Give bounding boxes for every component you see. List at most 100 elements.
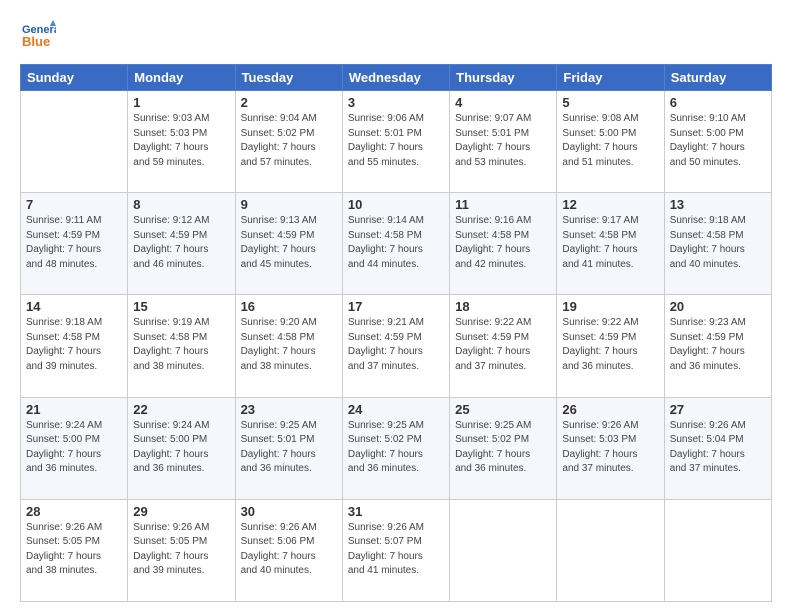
day-info: Sunrise: 9:06 AM Sunset: 5:01 PM Dayligh… bbox=[348, 112, 444, 170]
calendar-header-row: SundayMondayTuesdayWednesdayThursdayFrid… bbox=[21, 65, 772, 91]
day-number: 28 bbox=[26, 504, 122, 519]
header: General Blue bbox=[20, 18, 772, 54]
weekday-header-saturday: Saturday bbox=[664, 65, 771, 91]
week-row-3: 14 Sunrise: 9:18 AM Sunset: 4:58 PM Dayli… bbox=[21, 295, 772, 397]
page: General Blue SundayMondayTuesdayWednesda… bbox=[0, 0, 792, 612]
weekday-header-sunday: Sunday bbox=[21, 65, 128, 91]
day-info: Sunrise: 9:25 AM Sunset: 5:02 PM Dayligh… bbox=[455, 419, 551, 477]
day-number: 27 bbox=[670, 402, 766, 417]
calendar-table: SundayMondayTuesdayWednesdayThursdayFrid… bbox=[20, 64, 772, 602]
day-info: Sunrise: 9:16 AM Sunset: 4:58 PM Dayligh… bbox=[455, 214, 551, 272]
day-info: Sunrise: 9:07 AM Sunset: 5:01 PM Dayligh… bbox=[455, 112, 551, 170]
weekday-header-wednesday: Wednesday bbox=[342, 65, 449, 91]
day-info: Sunrise: 9:18 AM Sunset: 4:58 PM Dayligh… bbox=[670, 214, 766, 272]
day-number: 8 bbox=[133, 197, 229, 212]
calendar-cell: 7 Sunrise: 9:11 AM Sunset: 4:59 PM Daylig… bbox=[21, 193, 128, 295]
calendar-cell: 23 Sunrise: 9:25 AM Sunset: 5:01 PM Dayli… bbox=[235, 397, 342, 499]
day-number: 2 bbox=[241, 95, 337, 110]
day-info: Sunrise: 9:14 AM Sunset: 4:58 PM Dayligh… bbox=[348, 214, 444, 272]
calendar-cell: 16 Sunrise: 9:20 AM Sunset: 4:58 PM Dayli… bbox=[235, 295, 342, 397]
calendar-cell: 17 Sunrise: 9:21 AM Sunset: 4:59 PM Dayli… bbox=[342, 295, 449, 397]
calendar-cell: 3 Sunrise: 9:06 AM Sunset: 5:01 PM Daylig… bbox=[342, 91, 449, 193]
day-number: 25 bbox=[455, 402, 551, 417]
calendar-cell: 9 Sunrise: 9:13 AM Sunset: 4:59 PM Daylig… bbox=[235, 193, 342, 295]
logo-svg: General Blue bbox=[20, 18, 56, 54]
calendar-cell: 24 Sunrise: 9:25 AM Sunset: 5:02 PM Dayli… bbox=[342, 397, 449, 499]
calendar-cell: 13 Sunrise: 9:18 AM Sunset: 4:58 PM Dayli… bbox=[664, 193, 771, 295]
day-number: 22 bbox=[133, 402, 229, 417]
day-info: Sunrise: 9:18 AM Sunset: 4:58 PM Dayligh… bbox=[26, 316, 122, 374]
calendar-cell: 31 Sunrise: 9:26 AM Sunset: 5:07 PM Dayli… bbox=[342, 499, 449, 601]
day-info: Sunrise: 9:10 AM Sunset: 5:00 PM Dayligh… bbox=[670, 112, 766, 170]
weekday-header-monday: Monday bbox=[128, 65, 235, 91]
day-info: Sunrise: 9:25 AM Sunset: 5:02 PM Dayligh… bbox=[348, 419, 444, 477]
day-info: Sunrise: 9:26 AM Sunset: 5:07 PM Dayligh… bbox=[348, 521, 444, 579]
day-number: 9 bbox=[241, 197, 337, 212]
calendar-cell: 8 Sunrise: 9:12 AM Sunset: 4:59 PM Daylig… bbox=[128, 193, 235, 295]
calendar-cell: 5Sunrise: 9:08 AM Sunset: 5:00 PM Daylig… bbox=[557, 91, 664, 193]
calendar-cell: 28 Sunrise: 9:26 AM Sunset: 5:05 PM Dayli… bbox=[21, 499, 128, 601]
day-number: 24 bbox=[348, 402, 444, 417]
weekday-header-friday: Friday bbox=[557, 65, 664, 91]
calendar-cell: 27 Sunrise: 9:26 AM Sunset: 5:04 PM Dayli… bbox=[664, 397, 771, 499]
day-info: Sunrise: 9:26 AM Sunset: 5:06 PM Dayligh… bbox=[241, 521, 337, 579]
day-number: 14 bbox=[26, 299, 122, 314]
day-info: Sunrise: 9:26 AM Sunset: 5:03 PM Dayligh… bbox=[562, 419, 658, 477]
day-info: Sunrise: 9:26 AM Sunset: 5:05 PM Dayligh… bbox=[133, 521, 229, 579]
weekday-header-thursday: Thursday bbox=[450, 65, 557, 91]
calendar-cell: 6Sunrise: 9:10 AM Sunset: 5:00 PM Daylig… bbox=[664, 91, 771, 193]
day-number: 13 bbox=[670, 197, 766, 212]
day-info: Sunrise: 9:17 AM Sunset: 4:58 PM Dayligh… bbox=[562, 214, 658, 272]
day-number: 19 bbox=[562, 299, 658, 314]
calendar-cell: 18 Sunrise: 9:22 AM Sunset: 4:59 PM Dayli… bbox=[450, 295, 557, 397]
day-info: Sunrise: 9:11 AM Sunset: 4:59 PM Dayligh… bbox=[26, 214, 122, 272]
logo: General Blue bbox=[20, 18, 56, 54]
day-number: 18 bbox=[455, 299, 551, 314]
day-number: 3 bbox=[348, 95, 444, 110]
day-info: Sunrise: 9:22 AM Sunset: 4:59 PM Dayligh… bbox=[455, 316, 551, 374]
day-number: 23 bbox=[241, 402, 337, 417]
day-number: 7 bbox=[26, 197, 122, 212]
day-number: 16 bbox=[241, 299, 337, 314]
day-number: 31 bbox=[348, 504, 444, 519]
day-info: Sunrise: 9:21 AM Sunset: 4:59 PM Dayligh… bbox=[348, 316, 444, 374]
calendar-cell: 4 Sunrise: 9:07 AM Sunset: 5:01 PM Daylig… bbox=[450, 91, 557, 193]
day-info: Sunrise: 9:19 AM Sunset: 4:58 PM Dayligh… bbox=[133, 316, 229, 374]
day-number: 11 bbox=[455, 197, 551, 212]
calendar-cell: 21 Sunrise: 9:24 AM Sunset: 5:00 PM Dayli… bbox=[21, 397, 128, 499]
day-number: 4 bbox=[455, 95, 551, 110]
calendar-cell: 2Sunrise: 9:04 AM Sunset: 5:02 PM Daylig… bbox=[235, 91, 342, 193]
calendar-cell bbox=[557, 499, 664, 601]
day-info: Sunrise: 9:13 AM Sunset: 4:59 PM Dayligh… bbox=[241, 214, 337, 272]
day-number: 21 bbox=[26, 402, 122, 417]
calendar-cell: 26 Sunrise: 9:26 AM Sunset: 5:03 PM Dayli… bbox=[557, 397, 664, 499]
calendar-cell: 25 Sunrise: 9:25 AM Sunset: 5:02 PM Dayli… bbox=[450, 397, 557, 499]
calendar-cell: 11 Sunrise: 9:16 AM Sunset: 4:58 PM Dayli… bbox=[450, 193, 557, 295]
calendar-cell: 12Sunrise: 9:17 AM Sunset: 4:58 PM Dayli… bbox=[557, 193, 664, 295]
calendar-cell bbox=[664, 499, 771, 601]
calendar-cell: 30 Sunrise: 9:26 AM Sunset: 5:06 PM Dayli… bbox=[235, 499, 342, 601]
day-number: 10 bbox=[348, 197, 444, 212]
day-info: Sunrise: 9:24 AM Sunset: 5:00 PM Dayligh… bbox=[26, 419, 122, 477]
day-info: Sunrise: 9:26 AM Sunset: 5:05 PM Dayligh… bbox=[26, 521, 122, 579]
day-info: Sunrise: 9:26 AM Sunset: 5:04 PM Dayligh… bbox=[670, 419, 766, 477]
day-info: Sunrise: 9:12 AM Sunset: 4:59 PM Dayligh… bbox=[133, 214, 229, 272]
day-info: Sunrise: 9:03 AM Sunset: 5:03 PM Dayligh… bbox=[133, 112, 229, 170]
day-number: 17 bbox=[348, 299, 444, 314]
day-number: 30 bbox=[241, 504, 337, 519]
day-info: Sunrise: 9:23 AM Sunset: 4:59 PM Dayligh… bbox=[670, 316, 766, 374]
svg-text:Blue: Blue bbox=[22, 34, 50, 49]
day-number: 26 bbox=[562, 402, 658, 417]
day-info: Sunrise: 9:25 AM Sunset: 5:01 PM Dayligh… bbox=[241, 419, 337, 477]
week-row-5: 28 Sunrise: 9:26 AM Sunset: 5:05 PM Dayli… bbox=[21, 499, 772, 601]
day-info: Sunrise: 9:22 AM Sunset: 4:59 PM Dayligh… bbox=[562, 316, 658, 374]
week-row-2: 7 Sunrise: 9:11 AM Sunset: 4:59 PM Daylig… bbox=[21, 193, 772, 295]
day-info: Sunrise: 9:20 AM Sunset: 4:58 PM Dayligh… bbox=[241, 316, 337, 374]
week-row-4: 21 Sunrise: 9:24 AM Sunset: 5:00 PM Dayli… bbox=[21, 397, 772, 499]
calendar-cell: 14 Sunrise: 9:18 AM Sunset: 4:58 PM Dayli… bbox=[21, 295, 128, 397]
weekday-header-tuesday: Tuesday bbox=[235, 65, 342, 91]
calendar-cell: 1 Sunrise: 9:03 AM Sunset: 5:03 PM Daylig… bbox=[128, 91, 235, 193]
day-number: 1 bbox=[133, 95, 229, 110]
week-row-1: 1 Sunrise: 9:03 AM Sunset: 5:03 PM Daylig… bbox=[21, 91, 772, 193]
day-number: 20 bbox=[670, 299, 766, 314]
